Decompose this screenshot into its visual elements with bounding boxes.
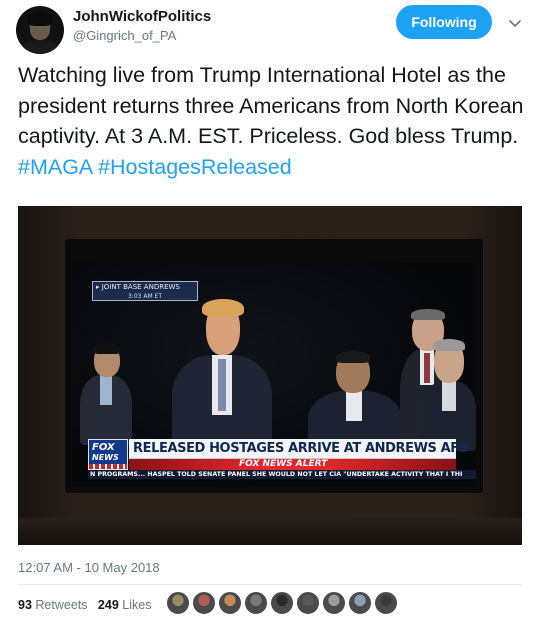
likes-count: 249 [97, 598, 119, 612]
tweet-timestamp[interactable]: 12:07 AM - 10 May 2018 [18, 560, 160, 575]
retweets-stat[interactable]: 93 Retweets [18, 598, 88, 612]
tv-stand [18, 518, 522, 545]
liker-avatar-6[interactable] [296, 591, 320, 615]
liker-avatar-7[interactable] [322, 591, 346, 615]
retweets-count: 93 [18, 598, 32, 612]
tweet-header: JohnWickofPolitics @Gingrich_of_PA Follo… [0, 0, 541, 56]
liker-avatar-4[interactable] [244, 591, 268, 615]
liker-avatar-8[interactable] [348, 591, 372, 615]
likes-label: Likes [122, 598, 152, 612]
person-2 [172, 299, 272, 455]
tv-screen: ▸ JOINT BASE ANDREWS 3:03 AM ET FOX NEWS… [72, 263, 476, 487]
news-alert: FOX NEWS ALERT [239, 459, 328, 469]
person-3 [308, 351, 402, 461]
person-5 [422, 339, 476, 451]
alert-bar: FOX NEWS ALERT [129, 459, 456, 470]
tweet-stats: 93 Retweets 249 Likes [18, 598, 151, 612]
chevron-down-icon[interactable] [506, 14, 524, 32]
headline-bar: RELEASED HOSTAGES ARRIVE AT ANDREWS AFB [129, 439, 469, 459]
retweets-label: Retweets [35, 598, 88, 612]
tweet-photo[interactable]: ▸ JOINT BASE ANDREWS 3:03 AM ET FOX NEWS… [18, 206, 522, 545]
tweet-text: Watching live from Trump International H… [18, 60, 528, 182]
news-headline: RELEASED HOSTAGES ARRIVE AT ANDREWS AFB [133, 441, 469, 456]
screen-name[interactable]: @Gingrich_of_PA [73, 28, 176, 43]
logo-top-text: FOX [92, 442, 115, 453]
liker-avatar-5[interactable] [270, 591, 294, 615]
hashtag-hostages-released[interactable]: #HostagesReleased [98, 155, 292, 179]
user-avatar[interactable] [16, 6, 64, 54]
divider [18, 584, 522, 585]
tweet-body: Watching live from Trump International H… [18, 63, 524, 148]
liker-avatar-3[interactable] [218, 591, 242, 615]
liker-avatar-9[interactable] [374, 591, 398, 615]
avatar-body [20, 40, 60, 54]
person-1 [80, 343, 132, 445]
liker-avatar-2[interactable] [192, 591, 216, 615]
logo-bottom-text: NEWS [92, 453, 119, 462]
location-tag: ▸ JOINT BASE ANDREWS 3:03 AM ET [92, 281, 198, 301]
liker-avatar-1[interactable] [166, 591, 190, 615]
avatar-hair [27, 12, 53, 26]
likes-stat[interactable]: 249 Likes [98, 598, 152, 612]
location-time: 3:03 AM ET [127, 293, 163, 300]
display-name[interactable]: JohnWickofPolitics [73, 8, 211, 25]
flag-stripe [89, 464, 127, 469]
news-lower-third: FOX NEWS RELEASED HOSTAGES ARRIVE AT AND… [88, 439, 476, 481]
hashtag-maga[interactable]: #MAGA [18, 155, 92, 179]
following-button[interactable]: Following [396, 5, 492, 39]
location-name: ▸ JOINT BASE ANDREWS [96, 283, 180, 291]
news-ticker: N PROGRAMS... HASPEL TOLD SENATE PANEL S… [88, 470, 476, 479]
ticker-text: N PROGRAMS... HASPEL TOLD SENATE PANEL S… [90, 471, 463, 478]
fox-news-logo: FOX NEWS [88, 439, 128, 470]
